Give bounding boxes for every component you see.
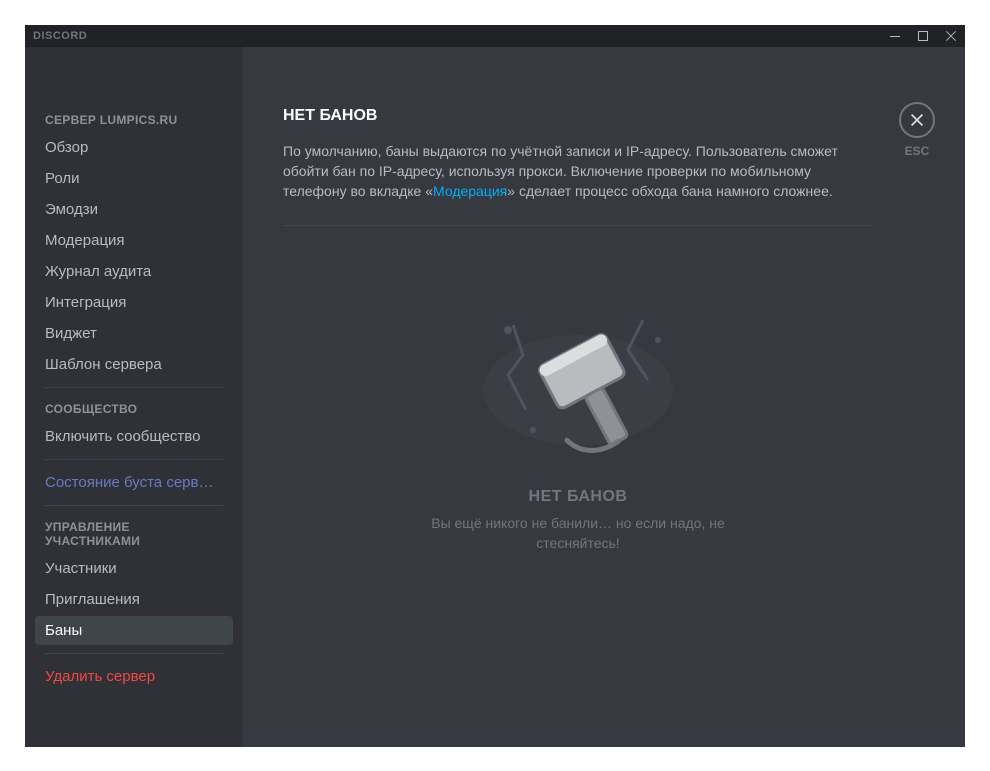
sidebar-item-bans[interactable]: Баны: [35, 616, 233, 645]
close-window-icon: [945, 30, 957, 42]
sidebar-item-label: Журнал аудита: [45, 263, 151, 280]
close-icon: [908, 111, 926, 129]
sidebar-item-label: Приглашения: [45, 591, 140, 608]
sidebar-item-widget[interactable]: Виджет: [35, 319, 233, 348]
sidebar-item-label: Эмодзи: [45, 201, 98, 218]
sidebar-item-label: Участники: [45, 560, 117, 577]
close-window-button[interactable]: [937, 25, 965, 47]
close-settings: ESC: [899, 102, 935, 158]
minimize-button[interactable]: [881, 25, 909, 47]
app-title: DISCORD: [33, 30, 87, 42]
page-description: По умолчанию, баны выдаются по учётной з…: [283, 141, 873, 202]
sidebar-item-label: Виджет: [45, 325, 97, 342]
sidebar-item-label: Интеграция: [45, 294, 126, 311]
sidebar-item-boost-status[interactable]: Состояние буста серв…: [35, 468, 233, 497]
content-area: СЕРВЕР LUMPICS.RU Обзор Роли Эмодзи Моде…: [25, 47, 965, 747]
esc-label: ESC: [905, 144, 930, 158]
content-divider: [283, 225, 873, 226]
sidebar-divider: [45, 387, 223, 388]
maximize-button[interactable]: [909, 25, 937, 47]
sidebar-item-label: Шаблон сервера: [45, 356, 162, 373]
sidebar-item-roles[interactable]: Роли: [35, 164, 233, 193]
empty-title: НЕТ БАНОВ: [529, 488, 628, 506]
sidebar-item-integrations[interactable]: Интеграция: [35, 288, 233, 317]
moderation-link[interactable]: Модерация: [433, 183, 507, 199]
main-content: ESC НЕТ БАНОВ По умолчанию, баны выдаютс…: [243, 47, 965, 747]
page-title: НЕТ БАНОВ: [283, 107, 925, 125]
sidebar-item-label: Включить сообщество: [45, 428, 200, 445]
sidebar-section-members: УПРАВЛЕНИЕ УЧАСТНИКАМИ: [35, 514, 233, 554]
sidebar-item-audit-log[interactable]: Журнал аудита: [35, 257, 233, 286]
sidebar-item-delete-server[interactable]: Удалить сервер: [35, 662, 233, 691]
ban-hammer-icon: [448, 280, 708, 460]
sidebar-item-label: Обзор: [45, 139, 88, 156]
sidebar-item-server-template[interactable]: Шаблон сервера: [35, 350, 233, 379]
sidebar-divider: [45, 505, 223, 506]
sidebar-section-community: СООБЩЕСТВО: [35, 396, 233, 422]
titlebar: DISCORD: [25, 25, 965, 47]
sidebar-item-members[interactable]: Участники: [35, 554, 233, 583]
app-window: DISCORD СЕРВЕР LUMPICS.RU Обзор Роли Эмо…: [25, 25, 965, 747]
window-controls: [881, 25, 965, 47]
empty-state: НЕТ БАНОВ Вы ещё никого не банили… но ес…: [283, 250, 873, 553]
maximize-icon: [917, 30, 929, 42]
sidebar-item-enable-community[interactable]: Включить сообщество: [35, 422, 233, 451]
description-text-after: » сделает процесс обхода бана намного сл…: [507, 183, 832, 199]
settings-sidebar: СЕРВЕР LUMPICS.RU Обзор Роли Эмодзи Моде…: [25, 47, 243, 747]
sidebar-item-invites[interactable]: Приглашения: [35, 585, 233, 614]
sidebar-item-label: Модерация: [45, 232, 125, 249]
sidebar-section-server: СЕРВЕР LUMPICS.RU: [35, 107, 233, 133]
sidebar-item-overview[interactable]: Обзор: [35, 133, 233, 162]
sidebar-item-moderation[interactable]: Модерация: [35, 226, 233, 255]
minimize-icon: [889, 30, 901, 42]
sidebar-item-emoji[interactable]: Эмодзи: [35, 195, 233, 224]
empty-subtitle: Вы ещё никого не банили… но если надо, н…: [428, 514, 728, 553]
sidebar-divider: [45, 653, 223, 654]
sidebar-item-label: Баны: [45, 622, 82, 639]
sidebar-item-label: Удалить сервер: [45, 668, 155, 685]
sidebar-item-label: Роли: [45, 170, 80, 187]
sidebar-divider: [45, 459, 223, 460]
sidebar-item-label: Состояние буста серв…: [45, 474, 213, 491]
close-button[interactable]: [899, 102, 935, 138]
